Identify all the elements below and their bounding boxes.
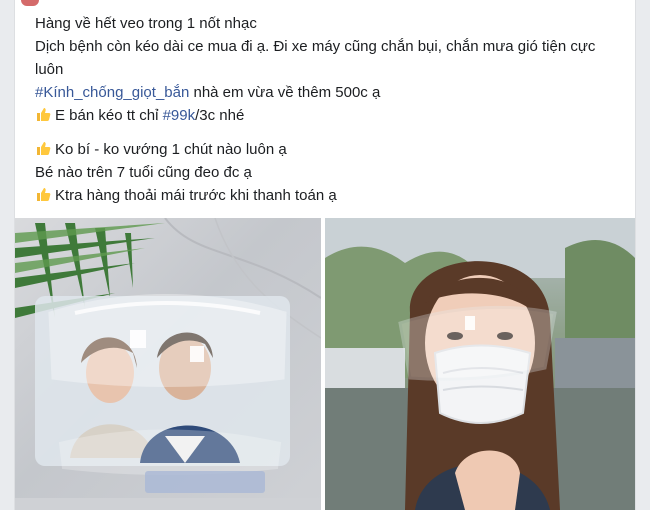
woman-face-shield-image [325,218,635,510]
post-line-1: Hàng về hết veo trong 1 nốt nhạc [35,15,257,32]
post-line-7: Ktra hàng thoải mái trước khi thanh toán… [35,184,625,207]
post-line-3-text: nhà em vừa về thêm 500c ạ [193,84,381,101]
post-line-6: Bé nào trên 7 tuổi cũng đeo đc ạ [35,164,252,181]
avatar[interactable] [21,0,39,6]
post-line-3: #Kính_chống_giọt_bắn nhà em vừa về thêm … [35,81,625,104]
post-line-2: Dịch bệnh còn kéo dài ce mua đi ạ. Đi xe… [35,38,596,78]
face-shield-product-image [15,218,321,510]
post-body: Hàng về hết veo trong 1 nốt nhạc Dịch bệ… [35,12,625,207]
post-line-4-text: E bán kéo tt chỉ [55,107,159,124]
product-photo-left[interactable] [15,218,321,510]
post-line-4-suffix: /3c nhé [195,107,245,124]
post-line-7-text: Ktra hàng thoải mái trước khi thanh toán… [55,187,337,204]
hashtag-product-link[interactable]: #Kính_chống_giọt_bắn [35,84,189,101]
post-line-4: E bán kéo tt chỉ #99k/3c nhé [35,104,625,127]
thumbs-up-icon [37,108,51,121]
facebook-post: Hàng về hết veo trong 1 nốt nhạc Dịch bệ… [14,0,636,510]
photo-grid [15,218,635,510]
post-line-5: Ko bí - ko vướng 1 chút nào luôn ạ [35,138,625,161]
hashtag-price-link[interactable]: #99k [163,107,196,124]
thumbs-up-icon [37,142,51,155]
product-photo-right[interactable] [325,218,635,510]
thumbs-up-icon [37,188,51,201]
post-line-5-text: Ko bí - ko vướng 1 chút nào luôn ạ [55,141,287,158]
